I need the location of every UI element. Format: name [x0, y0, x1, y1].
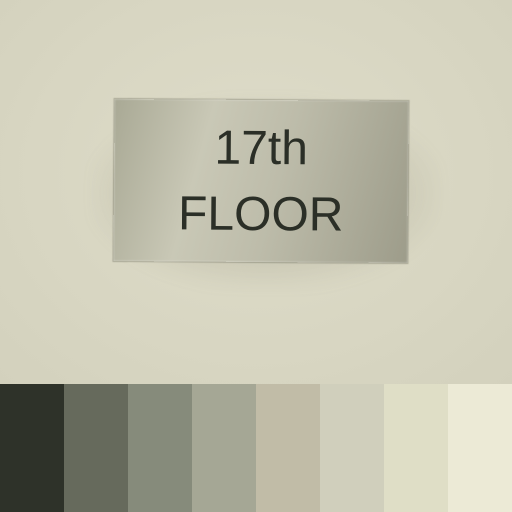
palette-swatch: [256, 384, 320, 512]
plaque-line-floor-label: FLOOR: [177, 187, 344, 242]
palette-swatch: [192, 384, 256, 512]
palette-swatch: [448, 384, 512, 512]
palette-swatch: [0, 384, 64, 512]
floor-plaque: 17th FLOOR: [113, 98, 409, 264]
photo: 17th FLOOR: [0, 0, 512, 384]
palette-swatch: [128, 384, 192, 512]
color-palette: [0, 384, 512, 512]
palette-swatch: [384, 384, 448, 512]
palette-swatch: [64, 384, 128, 512]
palette-swatch: [320, 384, 384, 512]
plaque-line-floor-number: 17th: [214, 121, 309, 176]
